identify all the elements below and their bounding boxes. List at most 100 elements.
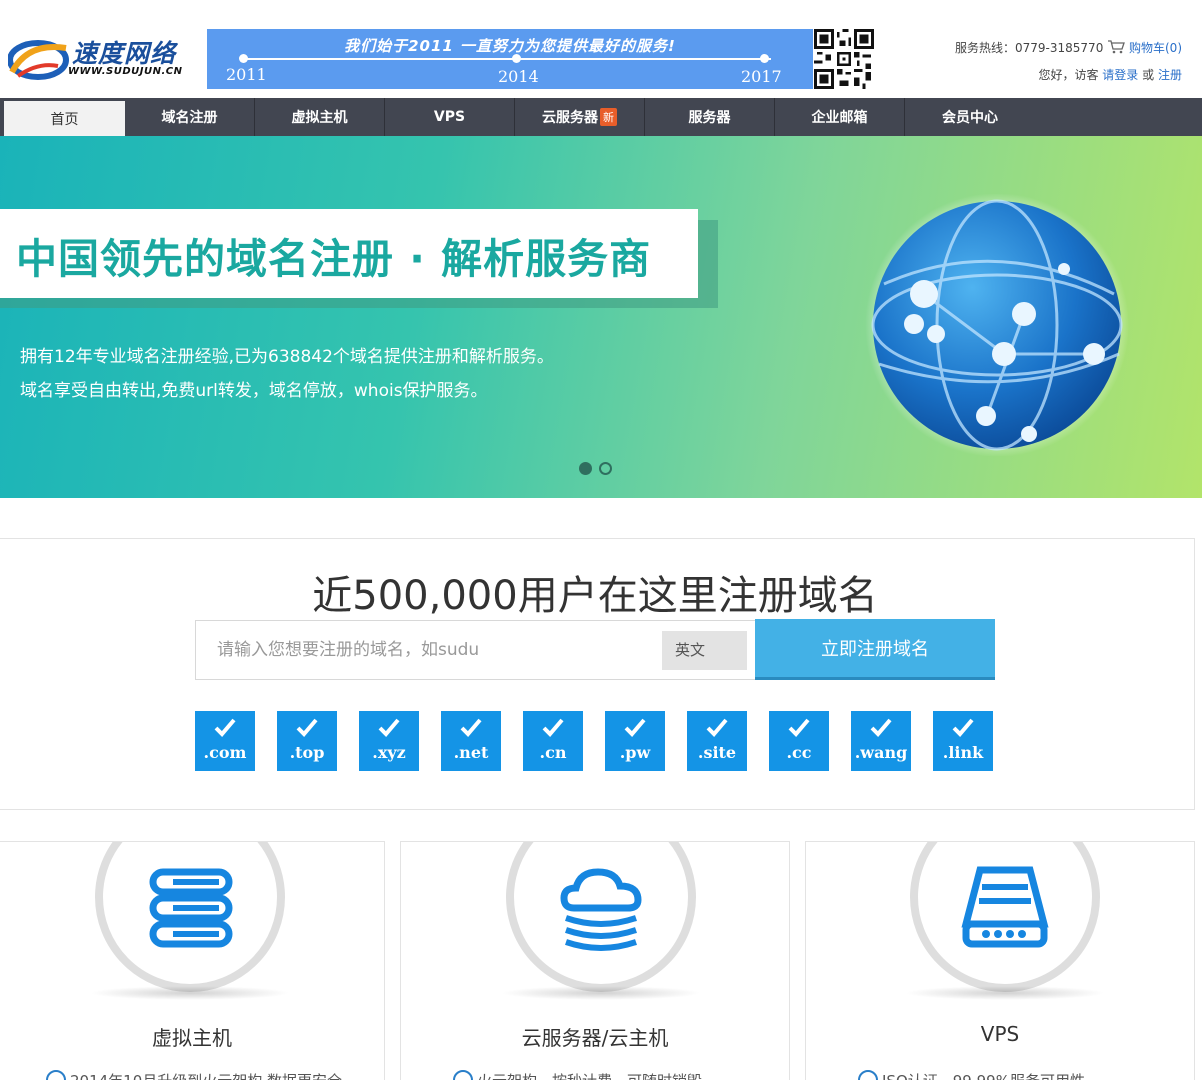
tld-label: .top (289, 743, 325, 762)
icon-ring-shadow (501, 986, 701, 1000)
product-title: 虚拟主机 (152, 1026, 232, 1050)
timeline-year: 2017 (741, 67, 782, 86)
register-domain-button[interactable]: 立即注册域名 (755, 619, 995, 680)
logo-url: WWW.SUDUJUN.CN (68, 66, 183, 77)
tld-label: .com (203, 743, 247, 762)
check-icon (952, 718, 974, 737)
nav-item-server[interactable]: 服务器 (645, 98, 775, 136)
nav-item-home[interactable]: 首页 (4, 101, 125, 136)
nav-item-cloud-label: 云服务器 (542, 110, 598, 126)
slider-dot-1[interactable] (579, 462, 592, 475)
product-title: VPS (980, 1022, 1020, 1046)
check-icon (460, 718, 482, 737)
tld-label: .cc (786, 743, 812, 762)
timeline-year: 2011 (226, 65, 267, 84)
server-stack-icon (149, 868, 233, 948)
check-icon (870, 718, 892, 737)
nav-item-domain[interactable]: 域名注册 (125, 98, 255, 136)
tld-option[interactable]: .link (933, 711, 993, 771)
timeline-slogan: 我们始于2011 一直努力为您提供最好的服务! (344, 37, 676, 55)
hero-banner[interactable]: 中国领先的域名注册 · 解析服务商 拥有12年专业域名注册经验,已为638842… (0, 136, 1202, 498)
check-circle-icon (858, 1070, 878, 1080)
tld-label: .wang (854, 743, 908, 762)
banner-desc-2: 域名享受自由转出,免费url转发，域名停放，whois保护服务。 (20, 381, 488, 401)
register-link[interactable]: 注册 (1158, 68, 1182, 82)
nav-item-hosting[interactable]: 虚拟主机 (255, 98, 385, 136)
main-nav: 首页 域名注册 虚拟主机 VPS 云服务器新 服务器 企业邮箱 会员中心 (0, 98, 1202, 136)
product-desc: 2014年10月升级到火云架构,数据更安全 (46, 1070, 342, 1080)
timeline-dot (512, 54, 521, 63)
tld-option[interactable]: .xyz (359, 711, 419, 771)
check-icon (788, 718, 810, 737)
tld-option[interactable]: .site (687, 711, 747, 771)
icon-ring-shadow (90, 986, 290, 1000)
check-icon (706, 718, 728, 737)
or-text: 或 (1142, 68, 1155, 82)
nav-item-vps[interactable]: VPS (385, 98, 515, 136)
new-badge: 新 (600, 108, 617, 126)
slider-dot-2[interactable] (599, 462, 612, 475)
nav-item-cloud[interactable]: 云服务器新 (515, 98, 645, 136)
product-card-cloud[interactable]: 云服务器/云主机 火云架构，按秒计费，可随时销毁 (400, 841, 790, 1080)
welcome-text: 您好，访客 (1038, 68, 1099, 82)
logo-swoosh-icon (8, 40, 69, 80)
language-select[interactable]: 英文 (662, 631, 747, 670)
icon-ring-shadow (905, 986, 1105, 1000)
cloud-server-icon (560, 868, 642, 951)
qr-code-icon (814, 29, 874, 89)
tld-option[interactable]: .wang (851, 711, 911, 771)
tld-option[interactable]: .pw (605, 711, 665, 771)
welcome-bar: 您好，访客 请登录 或 注册 (1038, 66, 1182, 83)
banner-desc-1: 拥有12年专业域名注册经验,已为638842个域名提供注册和解析服务。 (20, 347, 554, 367)
domain-search-input[interactable] (196, 621, 656, 679)
tld-label: .cn (539, 743, 567, 762)
history-timeline-banner: 我们始于2011 一直努力为您提供最好的服务! 2011 2014 2017 (207, 29, 813, 89)
timeline-dot (239, 54, 248, 63)
nav-item-email[interactable]: 企业邮箱 (775, 98, 905, 136)
cart-label: 购物车(0) (1129, 41, 1182, 55)
banner-title-box: 中国领先的域名注册 · 解析服务商 (0, 209, 698, 298)
login-link[interactable]: 请登录 (1102, 68, 1138, 82)
banner-title: 中国领先的域名注册 · 解析服务商 (16, 235, 652, 283)
check-icon (624, 718, 646, 737)
product-card-hosting[interactable]: 虚拟主机 2014年10月升级到火云架构,数据更安全 (0, 841, 385, 1080)
tld-options: .com .top .xyz .net .cn .pw .site .cc .wang .link (195, 711, 993, 771)
check-icon (542, 718, 564, 737)
domain-search-bar: 英文 立即注册域名 (195, 619, 995, 680)
globe-icon (865, 194, 1129, 456)
hotline-bar: 服务热线：0779-3185770 购物车(0) (955, 39, 1182, 56)
slider-dots (579, 462, 612, 475)
timeline-year: 2014 (498, 67, 539, 86)
tld-label: .xyz (372, 743, 406, 762)
domain-search-section: 近500,000用户在这里注册域名 英文 立即注册域名 .com .top .xyz… (0, 538, 1195, 810)
hotline-text: 服务热线：0779-3185770 (955, 41, 1104, 55)
tld-label: .site (697, 743, 737, 762)
tld-option[interactable]: .com (195, 711, 255, 771)
site-header: 速度网络 WWW.SUDUJUN.CN 我们始于2011 一直努力为您提供最好的… (0, 0, 1202, 98)
cart-icon (1108, 40, 1126, 54)
logo-title: 速度网络 (72, 39, 177, 68)
tld-label: .link (942, 743, 984, 762)
site-logo[interactable]: 速度网络 WWW.SUDUJUN.CN (8, 32, 188, 84)
tld-option[interactable]: .top (277, 711, 337, 771)
tld-option[interactable]: .cn (523, 711, 583, 771)
cart-link[interactable]: 购物车(0) (1107, 40, 1182, 55)
check-circle-icon (453, 1070, 473, 1080)
nav-item-member[interactable]: 会员中心 (905, 98, 1035, 136)
tld-option[interactable]: .net (441, 711, 501, 771)
product-title: 云服务器/云主机 (521, 1026, 669, 1050)
tld-label: .pw (619, 743, 651, 762)
check-circle-icon (46, 1070, 66, 1080)
tld-option[interactable]: .cc (769, 711, 829, 771)
product-card-vps[interactable]: VPS ISO认证，99.99%服务可用性 (805, 841, 1195, 1080)
product-desc: ISO认证，99.99%服务可用性 (858, 1070, 1085, 1080)
tld-label: .net (453, 743, 489, 762)
check-icon (378, 718, 400, 737)
check-icon (296, 718, 318, 737)
timeline-dot (760, 54, 769, 63)
domain-headline: 近500,000用户在这里注册域名 (312, 573, 878, 619)
product-desc: 火云架构，按秒计费，可随时销毁 (453, 1070, 702, 1080)
check-icon (214, 718, 236, 737)
vps-drive-icon (961, 866, 1049, 948)
timeline-line (241, 58, 771, 60)
